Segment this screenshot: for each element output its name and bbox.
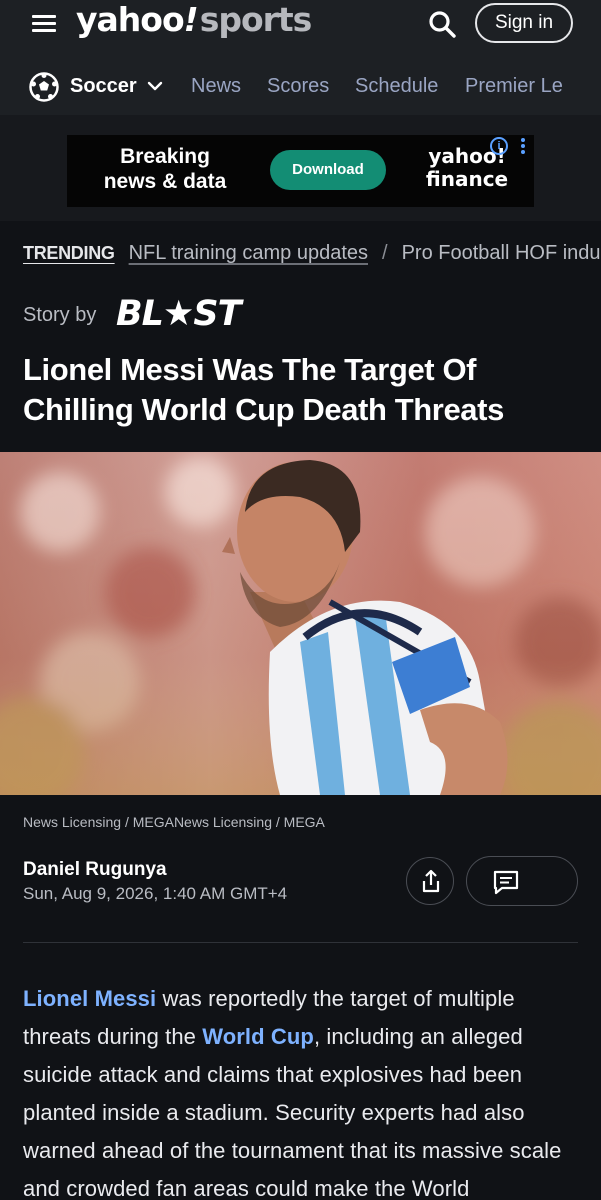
- section-nav: Soccer News Scores Schedule Premier Le: [0, 66, 601, 110]
- top-header: yahoo! sports Sign in Soccer News Scores …: [0, 0, 601, 115]
- link-world-cup[interactable]: World Cup: [202, 1024, 314, 1049]
- image-credit: News Licensing / MEGANews Licensing / ME…: [23, 814, 325, 830]
- info-icon[interactable]: i: [490, 137, 508, 155]
- ad-download-button[interactable]: Download: [270, 150, 386, 190]
- ad-banner[interactable]: Breaking news & data Download yahoo! fin…: [67, 135, 534, 207]
- article-photo: [0, 452, 601, 795]
- yahoo-sports-logo[interactable]: yahoo! sports: [76, 0, 312, 44]
- nav-link-scores[interactable]: Scores: [267, 75, 329, 98]
- comments-button[interactable]: [466, 856, 578, 906]
- nav-link-schedule[interactable]: Schedule: [355, 75, 438, 98]
- soccer-ball-icon: [29, 72, 59, 102]
- trending-label: TRENDING: [23, 243, 115, 263]
- comment-icon: [493, 870, 519, 895]
- sign-in-button[interactable]: Sign in: [475, 3, 573, 43]
- share-button[interactable]: [406, 857, 454, 905]
- nav-current-section[interactable]: Soccer: [70, 75, 137, 98]
- hamburger-icon[interactable]: [32, 12, 56, 34]
- search-icon[interactable]: [428, 10, 456, 38]
- chevron-down-icon[interactable]: [147, 80, 163, 92]
- article-body-paragraph: Lionel Messi was reportedly the target o…: [23, 986, 562, 1200]
- share-icon: [422, 869, 440, 893]
- trending-bar: TRENDING NFL training camp updates / Pro Fo…: [23, 242, 601, 270]
- trending-item[interactable]: NFL training camp updates: [129, 242, 368, 264]
- article-headline: Lionel Messi Was The Target Of Chilling …: [23, 352, 504, 427]
- trending-separator: /: [382, 242, 388, 264]
- trending-item[interactable]: Pro Football HOF inductions: [402, 242, 601, 264]
- divider: [23, 942, 578, 943]
- ad-headline: Breaking news & data: [103, 145, 227, 193]
- author-name[interactable]: Daniel Rugunya: [23, 859, 167, 881]
- link-lionel-messi[interactable]: Lionel Messi: [23, 986, 156, 1011]
- nav-link-premier-league[interactable]: Premier Le: [465, 75, 563, 98]
- publisher-logo[interactable]: BL★ST: [116, 294, 241, 334]
- more-vert-icon[interactable]: [519, 138, 527, 156]
- publish-date: Sun, Aug 9, 2026, 1:40 AM GMT+4: [23, 884, 288, 903]
- story-by-label: Story by: [23, 304, 97, 326]
- nav-link-news[interactable]: News: [191, 75, 241, 98]
